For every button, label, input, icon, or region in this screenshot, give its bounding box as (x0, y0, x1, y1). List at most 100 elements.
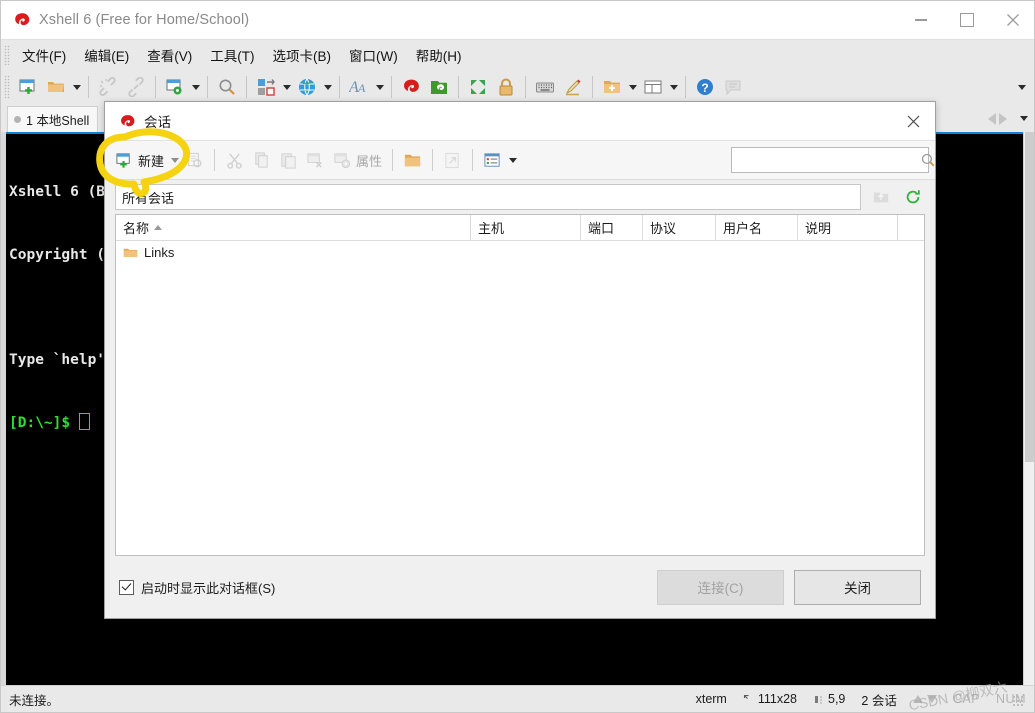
shortcut-button[interactable] (439, 146, 466, 174)
terminal-scrollbar-thumb[interactable] (1025, 132, 1034, 462)
column-header-description[interactable]: 说明 (798, 215, 898, 240)
connect-button[interactable]: 连接(C) (657, 569, 784, 605)
keyboard-icon[interactable] (532, 73, 558, 101)
layout-dropdown[interactable] (667, 73, 680, 101)
status-transfer-arrows (912, 695, 937, 703)
new-session-button[interactable]: 新建 (111, 146, 168, 174)
toolbar-separator (685, 76, 686, 98)
add-folder-icon[interactable] (599, 73, 625, 101)
paste-button[interactable] (275, 146, 302, 174)
font-dropdown[interactable] (373, 73, 386, 101)
sessions-list[interactable]: 名称 主机 端口 协议 用户名 说明 Links (115, 214, 925, 556)
view-mode-button[interactable] (479, 146, 506, 174)
properties-button[interactable]: 属性 (329, 146, 386, 174)
font-icon[interactable]: A A (346, 73, 372, 101)
session-properties-dropdown[interactable] (189, 73, 202, 101)
web-browser-dropdown[interactable] (321, 73, 334, 101)
menu-tools[interactable]: 工具(T) (201, 42, 263, 68)
terminal-line: Xshell 6 (B (9, 184, 106, 200)
new-folder-button[interactable] (399, 146, 426, 174)
tab-prev-icon[interactable] (988, 112, 996, 125)
status-caret-value: 5,9 (828, 692, 846, 706)
disconnect-icon[interactable] (95, 73, 121, 101)
open-folder-dropdown[interactable] (70, 73, 83, 101)
new-session-icon[interactable] (15, 73, 41, 101)
lock-icon[interactable] (493, 73, 519, 101)
web-browser-icon[interactable] (294, 73, 320, 101)
fullscreen-icon[interactable] (465, 73, 491, 101)
search-icon[interactable] (920, 152, 936, 168)
sessions-list-body[interactable]: Links (116, 241, 924, 555)
tab-navigation (988, 105, 1034, 132)
menu-view[interactable]: 查看(V) (138, 42, 201, 68)
close-button[interactable] (990, 1, 1034, 39)
menubar-grip[interactable] (4, 45, 10, 65)
tab-local-shell[interactable]: 1 本地Shell (7, 106, 99, 132)
tab-list-menu-icon[interactable] (1020, 116, 1028, 121)
menu-file[interactable]: 文件(F) (13, 42, 75, 68)
delete-button[interactable] (302, 146, 329, 174)
toolbar-grip[interactable] (4, 75, 10, 99)
session-search-box[interactable] (731, 147, 935, 173)
menu-window[interactable]: 窗口(W) (340, 42, 407, 68)
folder-up-button[interactable] (869, 185, 893, 209)
status-cap-indicator: CAP (952, 692, 981, 706)
toolbar-overflow-button[interactable] (1018, 84, 1026, 90)
help-icon[interactable]: ? (692, 73, 718, 101)
search-input[interactable] (732, 152, 920, 168)
dialog-toolbar-separator (392, 149, 394, 171)
xshell-icon[interactable] (398, 73, 424, 101)
menu-help[interactable]: 帮助(H) (407, 42, 471, 68)
transfer-file-dropdown[interactable] (280, 73, 293, 101)
column-header-username[interactable]: 用户名 (716, 215, 798, 240)
checkbox-box[interactable] (119, 579, 134, 595)
menubar: 文件(F) 编辑(E) 查看(V) 工具(T) 选项卡(B) 窗口(W) 帮助(… (1, 39, 1034, 70)
transfer-file-icon[interactable] (253, 73, 279, 101)
close-dialog-button[interactable]: 关闭 (794, 569, 921, 605)
xftp-icon[interactable] (426, 73, 452, 101)
status-size-value: 111x28 (757, 692, 797, 706)
copy-button[interactable] (248, 146, 275, 174)
status-size: 111x28 (743, 692, 797, 706)
terminal-left-rail (1, 132, 6, 688)
dialog-titlebar: 会话 (105, 102, 935, 140)
layout-icon[interactable] (640, 73, 666, 101)
session-properties-icon[interactable] (162, 73, 188, 101)
list-item[interactable]: Links (116, 241, 924, 263)
menu-tabs[interactable]: 选项卡(B) (264, 42, 341, 68)
terminal-prompt-line: [D:\~]$ (9, 413, 105, 434)
properties-label: 属性 (356, 153, 383, 169)
toolbar-separator (458, 76, 459, 98)
maximize-button[interactable] (944, 1, 990, 39)
terminal-line: Type `help' (9, 352, 106, 368)
dialog-close-button[interactable] (891, 102, 935, 140)
column-header-port[interactable]: 端口 (581, 215, 643, 240)
tab-next-icon[interactable] (999, 112, 1007, 125)
tab-label: 1 本地Shell (26, 114, 90, 128)
cut-button[interactable] (221, 146, 248, 174)
add-folder-dropdown[interactable] (626, 73, 639, 101)
session-path-box[interactable]: 所有会话 (115, 184, 861, 210)
highlight-edit-icon[interactable] (560, 73, 586, 101)
sort-ascending-icon (154, 225, 163, 230)
refresh-button[interactable] (901, 185, 925, 209)
reconnect-icon[interactable] (123, 73, 149, 101)
find-icon[interactable] (214, 73, 240, 101)
column-header-name[interactable]: 名称 (116, 215, 471, 240)
view-mode-dropdown[interactable] (506, 146, 519, 174)
session-path-value: 所有会话 (122, 190, 175, 206)
sessions-list-header: 名称 主机 端口 协议 用户名 说明 (116, 215, 924, 241)
resize-grip[interactable] (1012, 694, 1024, 707)
open-folder-icon[interactable] (43, 73, 69, 101)
open-session-button[interactable] (181, 146, 208, 174)
chat-icon[interactable] (720, 73, 746, 101)
caret-pos-icon (815, 695, 822, 703)
menu-edit[interactable]: 编辑(E) (75, 42, 138, 68)
xshell-window: Xshell 6 (Free for Home/School) 文件(F) 编辑… (0, 0, 1035, 713)
new-session-dropdown[interactable] (168, 146, 181, 174)
refresh-icon (906, 190, 920, 204)
terminal-scrollbar[interactable] (1023, 132, 1034, 688)
show-on-startup-checkbox[interactable]: 启动时显示此对话框(S) (119, 578, 275, 597)
column-header-host[interactable]: 主机 (471, 215, 581, 240)
column-header-protocol[interactable]: 协议 (643, 215, 716, 240)
